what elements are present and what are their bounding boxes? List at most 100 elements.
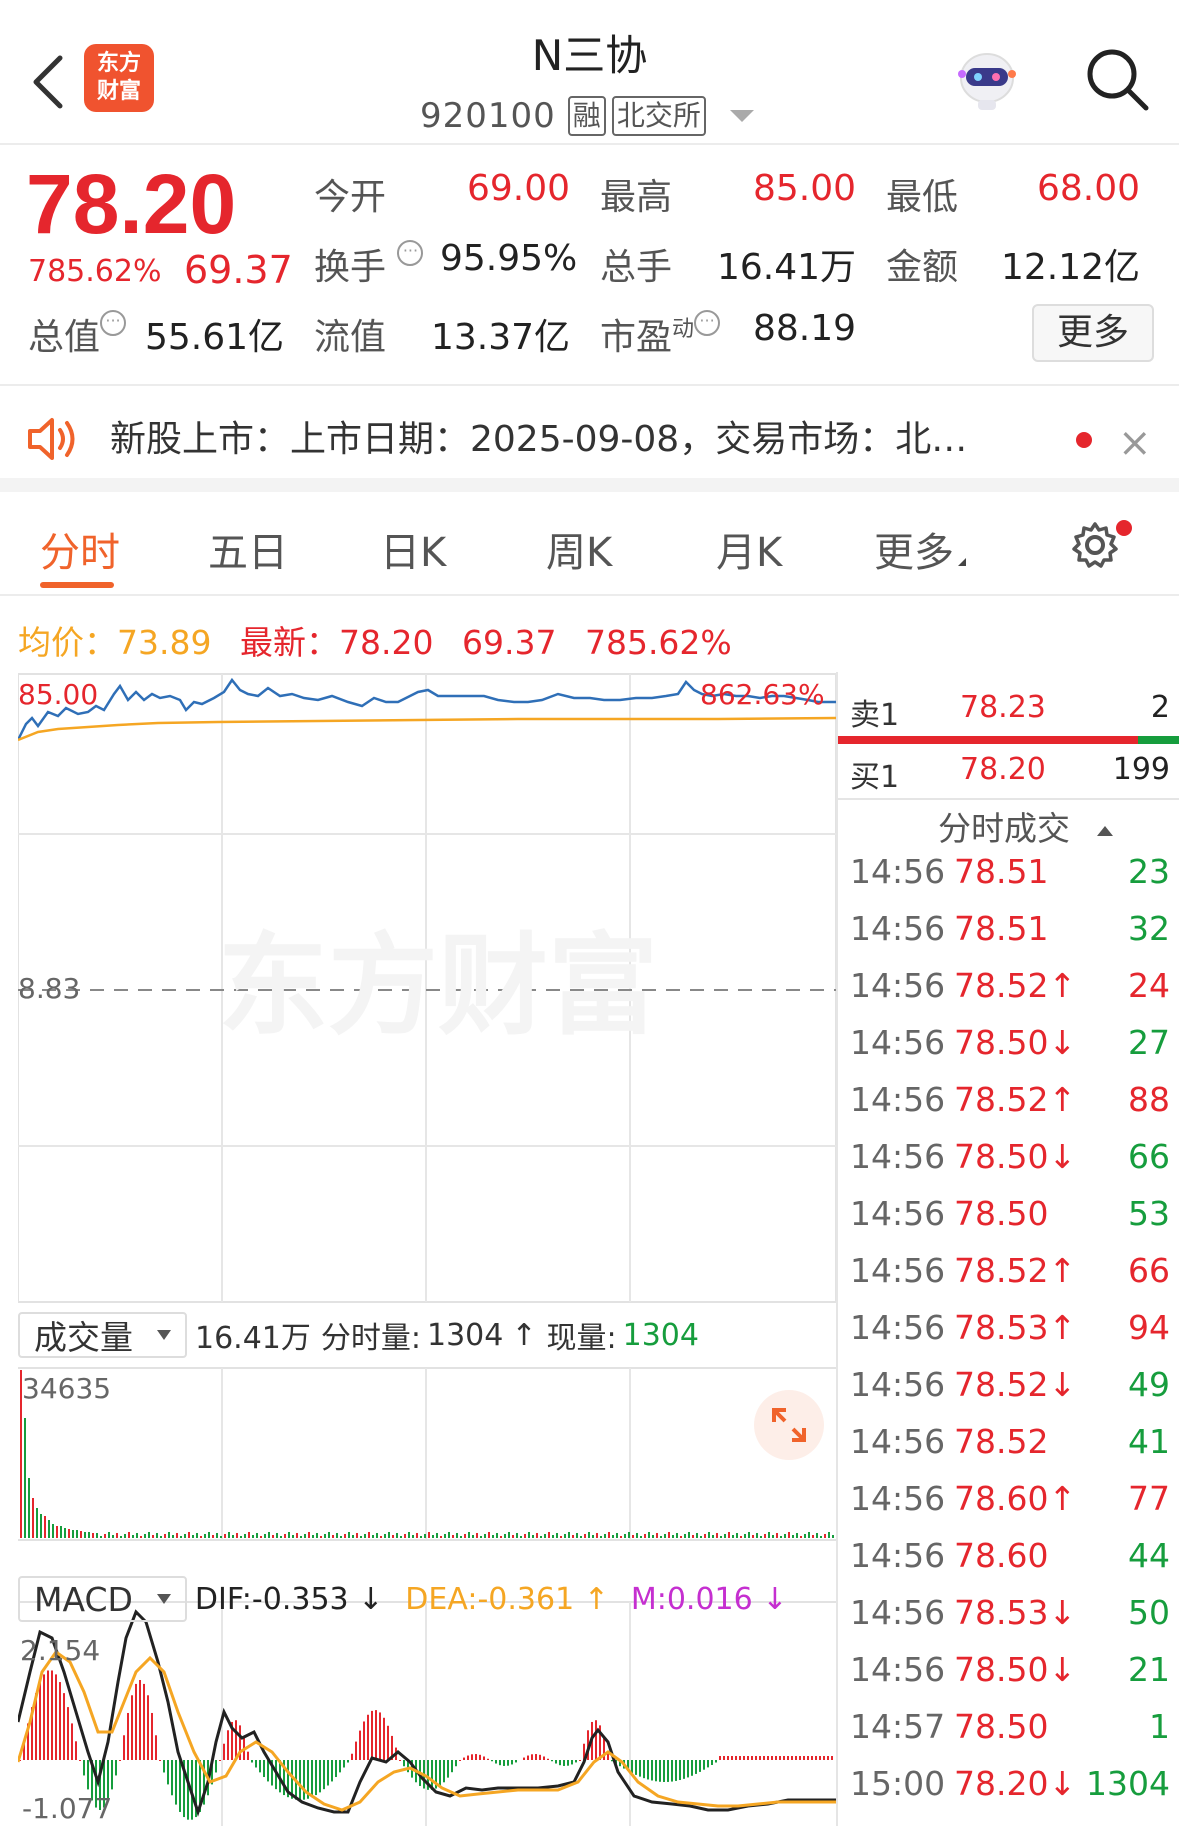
tick-time: 14:57 bbox=[850, 1707, 946, 1746]
volume-bar bbox=[220, 1536, 222, 1538]
macd-bar bbox=[131, 1695, 133, 1760]
volume-bar bbox=[404, 1534, 406, 1538]
volume-bar bbox=[180, 1536, 182, 1538]
macd-bar bbox=[555, 1760, 557, 1764]
tick-volume: 88 bbox=[1128, 1080, 1170, 1119]
macd-bar bbox=[403, 1760, 405, 1767]
assistant-robot-icon[interactable] bbox=[952, 44, 1022, 114]
volume-bar bbox=[204, 1534, 206, 1538]
avg-value: 73.89 bbox=[117, 623, 212, 662]
volume-bar bbox=[720, 1536, 722, 1538]
macd-bar bbox=[51, 1670, 53, 1760]
volume-select-label: 成交量 bbox=[34, 1318, 133, 1357]
volume-bar bbox=[200, 1536, 202, 1538]
macd-bar bbox=[171, 1760, 173, 1796]
volume-bar bbox=[684, 1534, 686, 1538]
macd-bar bbox=[791, 1756, 793, 1760]
volume-bar bbox=[468, 1532, 470, 1538]
macd-bar bbox=[579, 1760, 581, 1761]
volume-bar bbox=[724, 1534, 726, 1538]
more-button[interactable]: 更多 bbox=[1032, 304, 1154, 362]
intraday-chart[interactable]: 东方财富 bbox=[18, 672, 836, 1826]
tick-row: 14:57 78.50 1 bbox=[850, 1707, 1170, 1757]
macd-bar bbox=[43, 1674, 45, 1760]
tick-price: 78.52↑ bbox=[954, 966, 1077, 1005]
volume-bar bbox=[500, 1536, 502, 1538]
macd-bar bbox=[355, 1741, 357, 1760]
tick-time: 15:00 bbox=[850, 1764, 946, 1803]
ask-bid-ratio-green bbox=[1138, 736, 1179, 744]
tick-row: 14:56 78.50 53 bbox=[850, 1194, 1170, 1244]
macd-min-label: -1.077 bbox=[22, 1792, 113, 1825]
macd-bar bbox=[87, 1760, 89, 1790]
macd-bar bbox=[723, 1756, 725, 1760]
tick-price: 78.50↓ bbox=[954, 1650, 1077, 1689]
info-icon[interactable]: ··· bbox=[694, 310, 721, 336]
volume-indicator-select[interactable]: 成交量 bbox=[18, 1312, 187, 1358]
macd-bar bbox=[827, 1756, 829, 1760]
chevron-down-icon[interactable] bbox=[729, 110, 754, 122]
info-icon[interactable]: ··· bbox=[100, 310, 127, 336]
volume-bar bbox=[524, 1534, 526, 1538]
turnover-label[interactable]: 换手 ··· bbox=[314, 238, 424, 290]
tick-price: 78.50↓ bbox=[954, 1137, 1077, 1176]
stock-subline[interactable]: 920100 融 北交所 bbox=[420, 94, 754, 138]
tick-volume: 1304 bbox=[1086, 1764, 1170, 1803]
volume-bar bbox=[804, 1534, 806, 1538]
gear-icon[interactable] bbox=[1070, 520, 1120, 570]
tab-more[interactable]: 更多 bbox=[874, 520, 966, 578]
tick-time: 14:56 bbox=[850, 1251, 946, 1290]
tab-monthly-k[interactable]: 月K bbox=[716, 520, 782, 578]
volume-bar bbox=[272, 1535, 274, 1538]
macd-bar bbox=[531, 1754, 533, 1760]
stock-code: 920100 bbox=[420, 96, 556, 136]
volume-bar bbox=[680, 1536, 682, 1538]
search-icon[interactable] bbox=[1082, 44, 1152, 114]
macd-bar bbox=[719, 1756, 721, 1760]
bid-volume: 199 bbox=[1112, 752, 1170, 787]
info-icon[interactable]: ··· bbox=[397, 240, 424, 266]
volume-bar bbox=[140, 1536, 142, 1538]
volume-bar bbox=[168, 1532, 170, 1538]
volume-bar bbox=[596, 1533, 598, 1538]
volume-bar bbox=[392, 1535, 394, 1538]
volume-bar bbox=[520, 1536, 522, 1538]
volume-bar bbox=[292, 1535, 294, 1538]
volume-bar bbox=[428, 1532, 430, 1538]
macd-bar bbox=[371, 1710, 373, 1760]
macd-bar bbox=[803, 1756, 805, 1760]
tab-weekly-k[interactable]: 周K bbox=[546, 520, 612, 578]
volume-bar bbox=[124, 1534, 126, 1538]
bid-label: 买1 bbox=[850, 760, 900, 795]
turnover-value: 95.95% bbox=[440, 238, 578, 279]
volume-bar bbox=[652, 1535, 654, 1538]
tick-row: 14:56 78.52 41 bbox=[850, 1422, 1170, 1472]
tick-time: 14:56 bbox=[850, 852, 946, 891]
tab-daily-k[interactable]: 日K bbox=[380, 520, 446, 578]
macd-bar bbox=[495, 1760, 497, 1764]
tab-intraday[interactable]: 分时 bbox=[40, 520, 120, 578]
expand-chart-button[interactable] bbox=[754, 1390, 824, 1460]
macd-dea-value: DEA:-0.361 ↑ bbox=[405, 1581, 609, 1617]
mktcap-label[interactable]: 总值 ··· bbox=[28, 308, 127, 360]
volume-bar bbox=[632, 1535, 634, 1538]
volume-bar bbox=[784, 1534, 786, 1538]
pe-label[interactable]: 市盈动 ··· bbox=[600, 308, 721, 360]
speaker-icon bbox=[28, 418, 75, 460]
tick-price: 78.52↑ bbox=[954, 1080, 1077, 1119]
volume-bar bbox=[668, 1532, 670, 1538]
volume-bar bbox=[812, 1535, 814, 1538]
tick-price: 78.53↓ bbox=[954, 1593, 1077, 1632]
chart-top-pct: 862.63% bbox=[700, 678, 825, 711]
volume-bar bbox=[672, 1535, 674, 1538]
macd-bar bbox=[491, 1760, 493, 1762]
notice-bar[interactable]: 新股上市：上市日期：2025-09-08，交易市场：北… bbox=[0, 388, 1179, 492]
volume-bar bbox=[824, 1534, 826, 1538]
volume-bar bbox=[748, 1532, 750, 1538]
macd-bar bbox=[471, 1754, 473, 1760]
macd-bar bbox=[571, 1760, 573, 1765]
macd-indicator-select[interactable]: MACD bbox=[18, 1576, 187, 1622]
close-icon[interactable]: × bbox=[1118, 420, 1152, 466]
tab-five-day[interactable]: 五日 bbox=[208, 520, 288, 578]
ticks-title[interactable]: 分时成交 bbox=[938, 802, 1113, 850]
